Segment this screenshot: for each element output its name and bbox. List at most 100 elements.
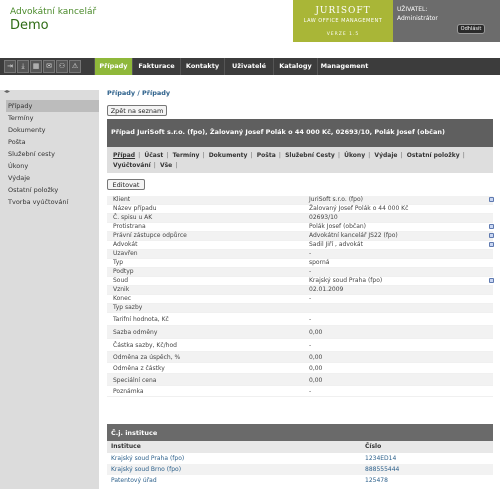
field-value: 0,00 (309, 365, 323, 372)
field-row-klient: Klient JuriSoft s.r.o. (fpo) (107, 196, 494, 205)
user-label: UŽIVATEL: (397, 6, 428, 13)
download-icon[interactable]: ⤓ (17, 60, 29, 73)
sidebar-item-dokumenty[interactable]: Dokumenty (8, 126, 46, 134)
case-tab-vydaje[interactable]: Výdaje (374, 152, 397, 159)
tab-katalogy[interactable]: Katalogy (273, 58, 317, 75)
detail-link-icon[interactable] (489, 197, 494, 202)
institution-link[interactable]: Krajský soud Praha (fpo) (111, 455, 184, 462)
field-value: Polák Josef (občan) (309, 223, 367, 230)
detail-link-icon[interactable] (489, 242, 494, 247)
logout-button[interactable]: Odhlásit (457, 24, 485, 34)
case-title: Případ JuriSoft s.r.o. (fpo), Žalovaný J… (107, 119, 493, 147)
field-row-protistrana: Protistrana Polák Josef (občan) (107, 223, 494, 232)
institution-row: Patentový úřad 125478 (107, 475, 493, 486)
tab-kontakty[interactable]: Kontakty (180, 58, 224, 75)
field-value: - (309, 316, 312, 323)
firm-subtitle: Advokátní kancelář (10, 7, 97, 17)
field-label: Odměna z částky (113, 365, 165, 372)
breadcrumb: Případy / Případy (107, 89, 171, 97)
institutions-header: Č.j. instituce (107, 424, 493, 441)
institutions-column-headers: Instituce Číslo (107, 441, 493, 453)
case-tabs: Případ | Účast | Termíny | Dokumenty | Pošta… (107, 147, 493, 173)
logo-version: VERZE 1.5 (326, 32, 360, 37)
field-row-specialni-cena: Speciální cena 0,00 (107, 374, 493, 386)
field-label: Speciální cena (113, 377, 157, 384)
detail-link-icon[interactable] (489, 278, 494, 283)
case-tab-vse[interactable]: Vše (160, 162, 172, 169)
column-header-cislo: Číslo (365, 443, 382, 450)
case-tab-vyuctovani[interactable]: Vyúčtování (113, 162, 151, 169)
institution-number-link[interactable]: 1234ED14 (365, 455, 396, 462)
field-value: - (309, 268, 312, 275)
field-value: 02693/10 (309, 214, 338, 221)
field-row-poznamka: Poznámka - (107, 386, 493, 397)
institution-link[interactable]: Patentový úřad (111, 477, 157, 484)
sidebar-toggle-icon[interactable]: ◂▸ (4, 88, 10, 95)
institution-number-link[interactable]: 888555444 (365, 466, 399, 473)
main-menu-bar: ⇥ ⤓ ▦ ✉ ⚇ ⚠ Případy Fakturace Kontakty U… (0, 58, 500, 75)
field-value: 0,00 (309, 377, 323, 384)
sidebar-item-tvorba-vyuctovani[interactable]: Tvorba vyúčtování (8, 198, 68, 206)
user-name: Administrátor (397, 15, 438, 22)
sidebar-item-terminy[interactable]: Termíny (8, 114, 34, 122)
field-value: - (309, 388, 312, 395)
field-row-pravni-zastupce: Právní zástupce odpůrce Advokátní kancelá… (107, 232, 494, 241)
mail-icon[interactable]: ✉ (43, 60, 55, 73)
field-row-odmena-za-uspech: Odměna za úspěch, % 0,00 (107, 352, 493, 363)
users-icon[interactable]: ⚇ (56, 60, 68, 73)
edit-button[interactable]: Editovat (107, 179, 145, 190)
case-tab-terminy[interactable]: Termíny (173, 152, 200, 159)
case-tabs-row-1: Případ | Účast | Termíny | Dokumenty | Pošta… (113, 152, 465, 159)
institution-row: Krajský soud Praha (fpo) 1234ED14 (107, 453, 493, 464)
field-row-typ-sazby: Typ sazby (107, 304, 493, 313)
field-value: sporná (309, 259, 330, 266)
sidebar-item-vydaje[interactable]: Výdaje (8, 174, 30, 182)
tab-fakturace[interactable]: Fakturace (132, 58, 180, 75)
field-row-soud: Soud Krajský soud Praha (fpo) (107, 277, 494, 286)
field-row-tarifni-hodnota: Tarifní hodnota, Kč - (107, 313, 493, 326)
sidebar-item-ukony[interactable]: Úkony (8, 162, 28, 170)
column-header-instituce: Instituce (111, 443, 141, 450)
case-tab-ukony[interactable]: Úkony (344, 152, 365, 159)
institution-link[interactable]: Krajský soud Brno (fpo) (111, 466, 181, 473)
case-tab-sluzebni-cesty[interactable]: Služební Cesty (285, 152, 335, 159)
logout-arrow-icon[interactable]: ⇥ (4, 60, 16, 73)
field-label: Poznámka (113, 388, 144, 395)
field-value: JuriSoft s.r.o. (fpo) (309, 196, 363, 203)
case-tab-pripad[interactable]: Případ (113, 152, 135, 159)
field-label: Právní zástupce odpůrce (113, 232, 187, 239)
field-value: Žalovaný Josef Polák o 44 000 Kč (309, 205, 409, 212)
field-label: Podtyp (113, 268, 134, 275)
app-header: Advokátní kancelář Demo JURISOFT LAW OFF… (0, 0, 500, 58)
tab-management[interactable]: Management (317, 58, 371, 75)
case-tab-dokumenty[interactable]: Dokumenty (209, 152, 248, 159)
logo-subtitle: LAW OFFICE MANAGEMENT (303, 18, 383, 24)
field-row-uzavren: Uzavřen - (107, 250, 493, 259)
field-value: Advokátní kancelář JS22 (fpo) (309, 232, 398, 239)
tab-pripady[interactable]: Případy (94, 58, 132, 75)
field-label: Typ sazby (113, 304, 143, 311)
user-panel: UŽIVATEL: Administrátor Odhlásit (393, 0, 500, 42)
field-value: 0,00 (309, 354, 323, 361)
sidebar-item-sluzebni-cesty[interactable]: Služební cesty (8, 150, 55, 158)
sidebar-item-posta[interactable]: Pošta (8, 138, 26, 146)
sidebar-item-ostatni-polozky[interactable]: Ostatní položky (8, 186, 58, 194)
field-row-cislo-spisu: Č. spisu u AK 02693/10 (107, 214, 493, 223)
field-row-sazba-odmeny: Sazba odměny 0,00 (107, 326, 493, 339)
institution-number-link[interactable]: 125478 (365, 477, 388, 484)
field-value: - (309, 250, 312, 257)
field-label: Konec (113, 295, 132, 302)
back-to-list-button[interactable]: Zpět na seznam (107, 105, 167, 116)
warning-icon[interactable]: ⚠ (69, 60, 81, 73)
detail-link-icon[interactable] (489, 233, 494, 238)
field-row-advokat: Advokát Sadil Jiří , advokát (107, 241, 494, 250)
case-tab-ostatni-polozky[interactable]: Ostatní položky (407, 152, 460, 159)
detail-link-icon[interactable] (489, 224, 494, 229)
field-label: Klient (113, 196, 131, 203)
case-tab-ucast[interactable]: Účast (144, 152, 163, 159)
calendar-icon[interactable]: ▦ (30, 60, 42, 73)
sidebar-item-pripady[interactable]: Případy (6, 100, 99, 112)
tab-uzivatele[interactable]: Uživatelé (224, 58, 273, 75)
field-value: - (309, 342, 312, 349)
case-tab-posta[interactable]: Pošta (257, 152, 276, 159)
